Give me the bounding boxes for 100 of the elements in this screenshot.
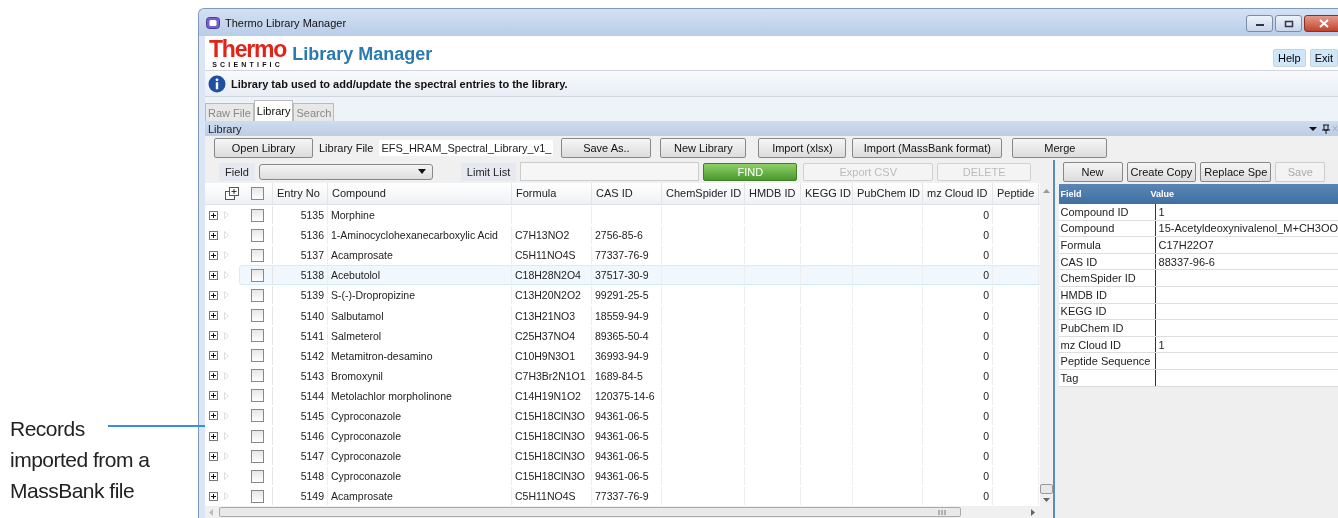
column-header[interactable]: CAS ID bbox=[592, 183, 662, 204]
table-cell: 1689-84-5 bbox=[595, 369, 643, 382]
expand-icon[interactable] bbox=[209, 250, 218, 260]
row-indicator-icon bbox=[224, 412, 229, 420]
expand-icon[interactable] bbox=[209, 471, 218, 481]
table-cell: 0 bbox=[983, 369, 989, 382]
table-cell: Morphine bbox=[331, 209, 375, 222]
table-cell: C18H28N2O4 bbox=[515, 269, 581, 282]
field-label: Field bbox=[219, 162, 255, 181]
field-dropdown[interactable] bbox=[258, 163, 433, 180]
table-cell: C7H3Br2N1O1 bbox=[515, 369, 586, 382]
table-cell: 5138 bbox=[300, 269, 324, 282]
column-header[interactable]: PubChem ID bbox=[853, 183, 923, 204]
row-checkbox[interactable] bbox=[251, 489, 264, 503]
expand-icon[interactable] bbox=[209, 270, 218, 280]
row-indicator-icon bbox=[224, 472, 229, 481]
row-indicator-icon bbox=[224, 391, 229, 400]
limit-list-field[interactable] bbox=[520, 162, 700, 181]
column-header[interactable]: Peptide bbox=[993, 183, 1039, 204]
table-cell: 5144 bbox=[300, 389, 324, 402]
info-message: Library tab used to add/update the spectral entries to the library. bbox=[231, 77, 568, 90]
toolbar-button[interactable]: New Library bbox=[660, 138, 747, 158]
property-value[interactable]: 1 bbox=[1158, 205, 1165, 218]
table-cell: S-(-)-Dropropizine bbox=[331, 289, 415, 302]
column-chooser-icon[interactable] bbox=[225, 187, 239, 200]
row-checkbox[interactable] bbox=[251, 228, 264, 242]
expand-icon[interactable] bbox=[209, 371, 218, 381]
row-checkbox[interactable] bbox=[251, 369, 264, 383]
table-cell: Metamitron-desamino bbox=[331, 349, 433, 362]
panel-controls-icon[interactable] bbox=[1308, 123, 1338, 134]
toolbar-button[interactable]: Import (MassBank format) bbox=[852, 138, 1003, 158]
row-checkbox[interactable] bbox=[251, 248, 264, 262]
header-button[interactable]: Exit bbox=[1309, 49, 1338, 67]
table-cell: 36993-94-9 bbox=[595, 349, 649, 362]
close-button[interactable] bbox=[1304, 15, 1338, 32]
table-cell: C13H21NO3 bbox=[515, 309, 576, 322]
expand-icon[interactable] bbox=[209, 451, 218, 461]
column-header[interactable]: Compound bbox=[328, 183, 512, 204]
row-checkbox[interactable] bbox=[251, 349, 264, 363]
expand-icon[interactable] bbox=[209, 431, 218, 441]
table-cell: C14H19N1O2 bbox=[515, 389, 581, 402]
table-cell: 0 bbox=[983, 269, 989, 282]
field-label: Library File bbox=[319, 142, 374, 154]
toolbar-button[interactable]: Import (xlsx) bbox=[758, 138, 847, 158]
column-header[interactable]: HMDB ID bbox=[745, 183, 801, 204]
table-cell: C15H18ClN3O bbox=[515, 430, 586, 443]
row-checkbox[interactable] bbox=[251, 449, 264, 463]
row-checkbox[interactable] bbox=[251, 409, 264, 423]
row-checkbox[interactable] bbox=[251, 329, 264, 343]
window-title: Thermo Library Manager bbox=[225, 16, 348, 29]
details-button[interactable]: Replace Spe bbox=[1200, 161, 1272, 182]
column-header[interactable]: mz Cloud ID bbox=[923, 183, 993, 204]
toolbar-button[interactable]: Save As.. bbox=[561, 138, 652, 158]
minimize-button[interactable] bbox=[1246, 15, 1273, 32]
row-checkbox[interactable] bbox=[251, 429, 264, 443]
table-cell: 0 bbox=[983, 309, 989, 322]
property-value[interactable]: C17H22O7 bbox=[1158, 239, 1214, 251]
column-header[interactable]: ChemSpider ID bbox=[662, 183, 745, 204]
property-name: HMDB ID bbox=[1060, 288, 1107, 301]
property-value[interactable]: 15-Acetyldeoxynivalenol_M+CH3OO bbox=[1158, 222, 1338, 235]
library-file-field[interactable]: EFS_HRAM_Spectral_Library_v1_ bbox=[379, 140, 554, 156]
maximize-button[interactable] bbox=[1275, 15, 1302, 32]
scroll-thumb[interactable] bbox=[1039, 484, 1053, 494]
expand-icon[interactable] bbox=[209, 351, 218, 361]
toolbar-button[interactable]: Merge bbox=[1012, 138, 1108, 158]
tab[interactable]: Library bbox=[253, 100, 294, 121]
expand-icon[interactable] bbox=[209, 290, 218, 300]
row-indicator-icon bbox=[224, 492, 229, 501]
table-cell: 0 bbox=[983, 329, 989, 342]
table-cell: 5143 bbox=[300, 369, 324, 382]
expand-icon[interactable] bbox=[209, 311, 218, 320]
header-button[interactable]: Help bbox=[1273, 49, 1306, 67]
row-checkbox[interactable] bbox=[251, 268, 264, 282]
expand-icon[interactable] bbox=[209, 230, 218, 240]
row-indicator-icon bbox=[224, 432, 229, 441]
expand-icon[interactable] bbox=[209, 331, 218, 341]
row-checkbox[interactable] bbox=[251, 288, 264, 302]
details-button[interactable]: New bbox=[1062, 161, 1123, 182]
column-header[interactable]: Entry No bbox=[273, 183, 328, 204]
row-indicator-icon bbox=[224, 271, 229, 280]
row-checkbox[interactable] bbox=[251, 208, 264, 222]
expand-icon[interactable] bbox=[209, 391, 218, 401]
expand-icon[interactable] bbox=[209, 491, 218, 501]
column-header[interactable]: Formula bbox=[512, 183, 592, 204]
property-value[interactable]: 88337-96-6 bbox=[1158, 255, 1215, 268]
property-value[interactable]: 1 bbox=[1158, 338, 1165, 351]
toolbar-button[interactable]: Open Library bbox=[214, 138, 313, 158]
expand-icon[interactable] bbox=[209, 210, 218, 220]
column-header[interactable]: KEGG ID bbox=[801, 183, 853, 204]
scroll-down-icon bbox=[1042, 498, 1050, 502]
maximize-icon bbox=[1283, 19, 1294, 28]
expand-icon[interactable] bbox=[209, 411, 218, 421]
field-label: Limit List bbox=[460, 162, 517, 181]
details-button[interactable]: Create Copy bbox=[1126, 161, 1197, 182]
row-indicator-icon bbox=[224, 251, 229, 260]
select-all-checkbox[interactable] bbox=[251, 187, 264, 200]
row-checkbox[interactable] bbox=[251, 309, 264, 322]
row-checkbox[interactable] bbox=[251, 469, 264, 483]
row-checkbox[interactable] bbox=[251, 389, 264, 403]
table-cell: 5135 bbox=[300, 209, 324, 222]
